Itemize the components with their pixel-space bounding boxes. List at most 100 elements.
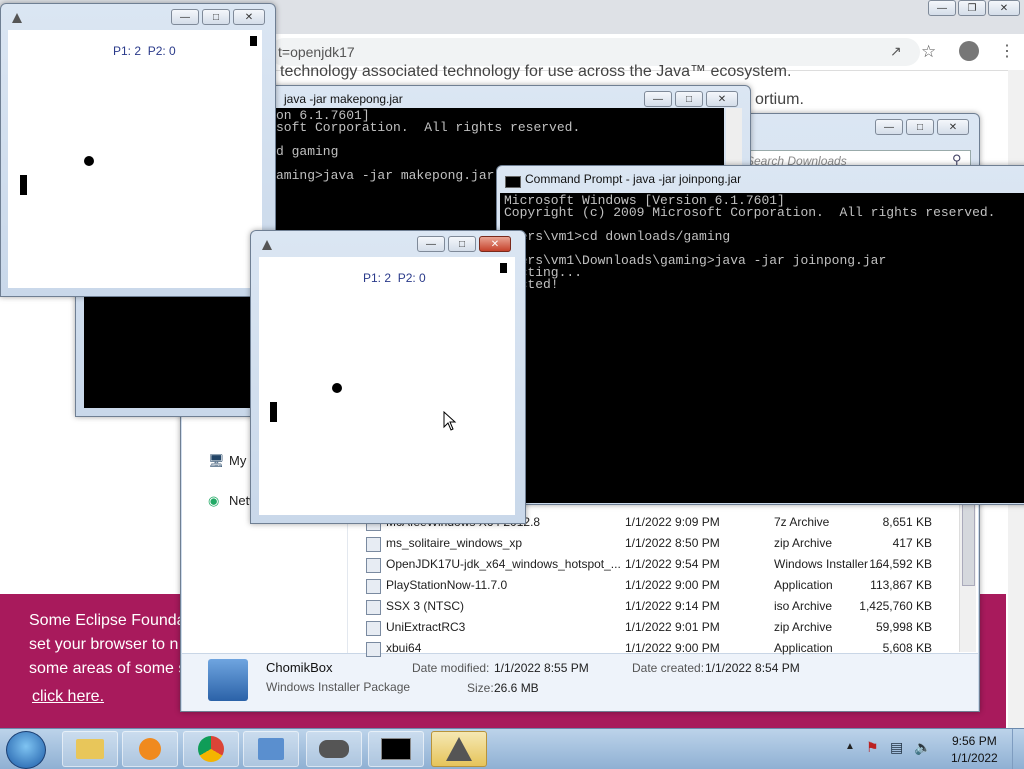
maximize-button[interactable]: □ — [906, 119, 934, 135]
minimize-button[interactable]: — — [644, 91, 672, 107]
details-name: ChomikBox — [266, 660, 333, 675]
cmd-icon — [505, 176, 521, 188]
file-row[interactable]: OpenJDK17U-jdk_x64_windows_hotspot_... 1/… — [362, 554, 942, 575]
close-button[interactable]: ✕ — [233, 9, 265, 25]
file-icon — [366, 579, 381, 594]
file-row[interactable]: PlayStationNow-11.7.0 1/1/2022 9:00 PM App… — [362, 575, 942, 596]
nav-item-my[interactable]: My — [229, 453, 246, 468]
file-name: OpenJDK17U-jdk_x64_windows_hotspot_... — [386, 557, 621, 571]
minimize-button[interactable]: — — [171, 9, 199, 25]
file-size: 164,592 KB — [869, 557, 932, 571]
file-date: 1/1/2022 9:14 PM — [625, 599, 720, 613]
taskbar-control-panel[interactable] — [243, 731, 299, 767]
restore-button[interactable]: ❐ — [958, 0, 986, 16]
file-row[interactable]: xbui64 1/1/2022 9:00 PM Application 5,608 K… — [362, 638, 942, 659]
taskbar-gamepad[interactable] — [306, 731, 362, 767]
close-button[interactable]: ✕ — [988, 0, 1020, 16]
pong-canvas[interactable]: P1: 2 P2: 0 — [8, 30, 262, 288]
details-modified-label: Date modified: — [412, 661, 490, 675]
file-date: 1/1/2022 9:54 PM — [625, 557, 720, 571]
show-hidden-icons-icon[interactable]: ▲ — [845, 741, 855, 752]
file-name: PlayStationNow-11.7.0 — [386, 578, 508, 592]
file-icon — [366, 642, 381, 657]
close-button[interactable]: ✕ — [706, 91, 738, 107]
explorer-controls: — □ ✕ — [875, 119, 969, 135]
taskbar-command-prompt[interactable] — [368, 731, 424, 767]
page-text-line1: technology associated technology for use… — [280, 63, 792, 80]
cookie-link[interactable]: click here. — [32, 688, 104, 706]
file-row[interactable]: SSX 3 (NTSC) 1/1/2022 9:14 PM iso Archive 1… — [362, 596, 942, 617]
maximize-button[interactable]: □ — [202, 9, 230, 25]
minimize-button[interactable]: — — [928, 0, 956, 16]
details-created: 1/1/2022 8:54 PM — [705, 661, 800, 675]
share-icon[interactable]: ↗ — [890, 43, 902, 60]
address-bar[interactable]: t=openjdk17 ↗ — [270, 38, 920, 66]
java-icon — [12, 13, 22, 23]
close-button[interactable]: ✕ — [479, 236, 511, 252]
cookie-text-line2: set your browser to n — [29, 636, 179, 653]
pong-canvas[interactable]: P1: 2 P2: 0 — [259, 257, 515, 515]
maximize-button[interactable]: □ — [448, 236, 476, 252]
clock-time[interactable]: 9:56 PM — [952, 734, 997, 748]
pong-controls: — □ ✕ — [417, 236, 511, 252]
file-name: ms_solitaire_windows_xp — [386, 536, 523, 550]
action-center-icon[interactable]: ⚑ — [866, 739, 879, 756]
details-pane: ChomikBox Windows Installer Package Date… — [182, 653, 978, 711]
paddle-right — [250, 36, 257, 46]
taskbar-media-player[interactable] — [122, 731, 178, 767]
taskbar-java[interactable] — [431, 731, 487, 767]
maximize-button[interactable]: □ — [675, 91, 703, 107]
taskbar-chrome[interactable] — [183, 731, 239, 767]
address-text: t=openjdk17 — [278, 44, 355, 60]
minimize-button[interactable]: — — [417, 236, 445, 252]
browser-menu-icon[interactable]: ⋮ — [999, 41, 1015, 61]
clock-date[interactable]: 1/1/2022 — [951, 751, 998, 765]
file-icon — [366, 537, 381, 552]
pong-ball — [84, 156, 94, 166]
media-player-icon — [139, 738, 161, 760]
file-date: 1/1/2022 8:50 PM — [625, 536, 720, 550]
page-text-line2: ortium. — [755, 91, 804, 108]
file-name: SSX 3 (NTSC) — [386, 599, 465, 613]
paddle-left — [270, 402, 277, 422]
cookie-text-line3: some areas of some s — [29, 660, 187, 677]
console-line: nected! — [504, 277, 559, 292]
file-date: 1/1/2022 9:00 PM — [625, 641, 720, 655]
start-button[interactable] — [6, 731, 46, 769]
volume-icon[interactable]: 🔈 — [914, 739, 931, 756]
file-date: 1/1/2022 9:00 PM — [625, 578, 720, 592]
network-status-icon[interactable]: ▤ — [890, 739, 903, 756]
installer-icon — [208, 659, 248, 701]
file-icon — [366, 600, 381, 615]
score-display: P1: 2 P2: 0 — [363, 271, 426, 285]
close-button[interactable]: ✕ — [937, 119, 969, 135]
file-size: 417 KB — [892, 536, 932, 550]
file-size: 1,425,760 KB — [859, 599, 932, 613]
java-icon — [446, 737, 472, 761]
file-icon — [366, 558, 381, 573]
file-size: 8,651 KB — [882, 515, 932, 529]
pong-ball — [332, 383, 342, 393]
taskbar: ▲ ⚑ ▤ 🔈 9:56 PM 1/1/2022 — [0, 728, 1024, 769]
command-prompt-icon — [381, 738, 411, 760]
file-size: 59,998 KB — [875, 620, 932, 634]
file-type: zip Archive — [774, 620, 833, 634]
file-row[interactable]: ms_solitaire_windows_xp 1/1/2022 8:50 PM z… — [362, 533, 942, 554]
console-line: Copyright (c) 2009 Microsoft Corporation… — [504, 205, 996, 220]
file-type: zip Archive — [774, 536, 833, 550]
file-size: 5,608 KB — [882, 641, 932, 655]
show-desktop-button[interactable] — [1012, 729, 1024, 769]
pong-controls: — □ ✕ — [171, 9, 265, 25]
file-type: Application — [774, 641, 833, 655]
console-output-joinpong: Microsoft Windows [Version 6.1.7601] Copy… — [500, 193, 1024, 503]
minimize-button[interactable]: — — [875, 119, 903, 135]
file-name: UniExtractRC3 — [386, 620, 466, 634]
details-size-label: Size: — [467, 681, 494, 695]
file-row[interactable]: UniExtractRC3 1/1/2022 9:01 PM zip Archive… — [362, 617, 942, 638]
chrome-icon — [198, 736, 224, 762]
profile-avatar-icon[interactable] — [959, 41, 979, 61]
taskbar-explorer[interactable] — [62, 731, 118, 767]
bookmark-star-icon[interactable]: ☆ — [921, 42, 936, 62]
console-line: soft Corporation. All rights reserved. — [276, 120, 581, 135]
file-type: iso Archive — [774, 599, 833, 613]
